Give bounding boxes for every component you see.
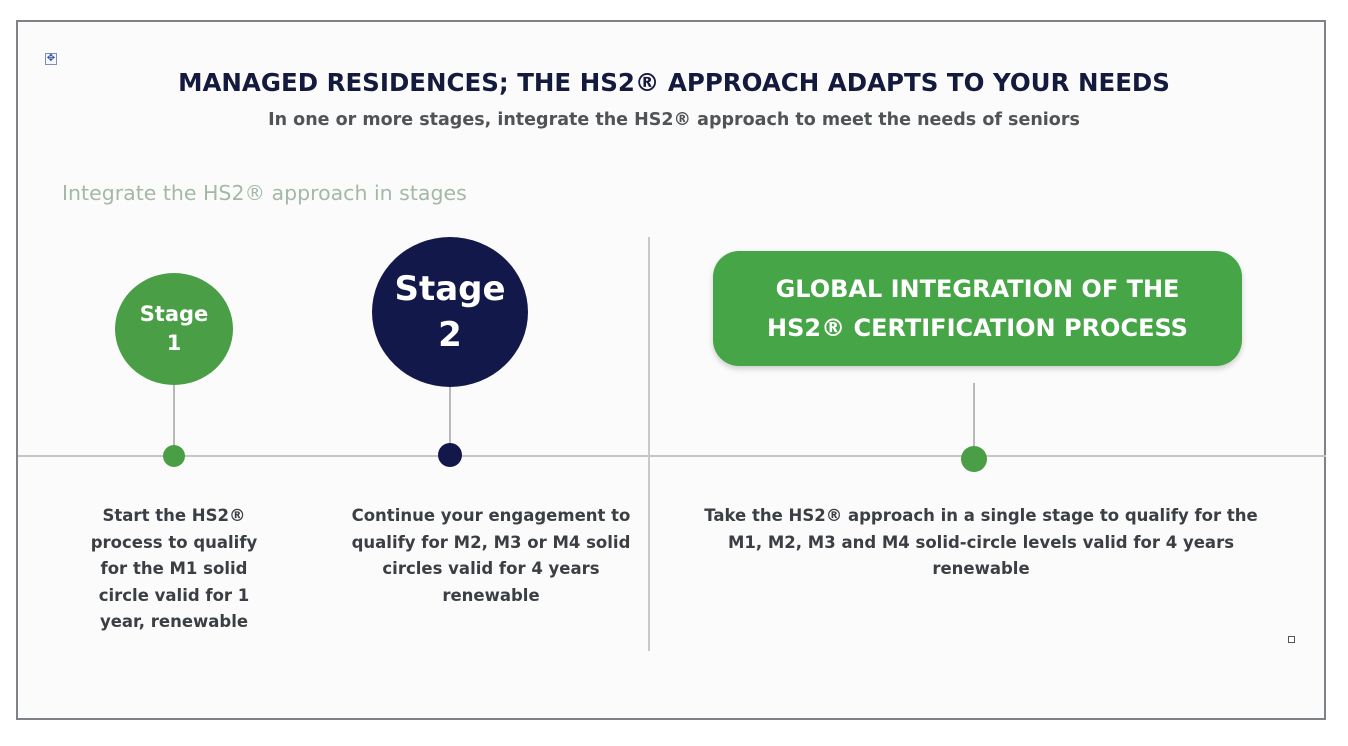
global-integration-box: GLOBAL INTEGRATION OF THE HS2® CERTIFICA… — [713, 251, 1242, 366]
resize-handle-icon[interactable] — [1288, 636, 1295, 643]
stage-2-desc-line: qualify for M2, M3 or M4 solid — [351, 532, 631, 552]
global-desc-line: M1, M2, M3 and M4 solid-circle levels va… — [727, 532, 1235, 552]
stage-2-desc-line: circles valid for 4 years — [382, 559, 600, 578]
diagram-subtitle: In one or more stages, integrate the HS2… — [268, 110, 1080, 130]
stage-1-desc-line: process to qualify — [90, 532, 258, 552]
section-label: Integrate the HS2® approach in stages — [62, 181, 467, 205]
stage-2-desc-line: renewable — [442, 585, 540, 605]
move-icon[interactable]: ✥ — [45, 53, 57, 65]
stage-2-number: 2 — [438, 315, 462, 355]
global-desc-line: Take the HS2® approach in a single stage… — [704, 506, 1258, 525]
global-dot — [961, 446, 987, 472]
stage-2-label: Stage — [394, 269, 506, 309]
stage-2-description: Continue your engagement to qualify for … — [331, 503, 651, 609]
stage-2-circle: Stage 2 — [372, 237, 528, 387]
stage-1-number: 1 — [166, 331, 182, 355]
stage-1-circle: Stage 1 — [115, 273, 233, 385]
timeline-line — [18, 455, 1326, 457]
stage-1-description: Start the HS2® process to qualify for th… — [84, 503, 264, 636]
global-desc-line: renewable — [932, 559, 1030, 578]
stage-2-desc-line: Continue your engagement to — [351, 506, 631, 525]
global-description: Take the HS2® approach in a single stage… — [676, 503, 1286, 583]
stage-1-desc-line: for the M1 solid — [100, 559, 248, 578]
stage-2-dot — [438, 443, 462, 467]
stage-1-desc-line: Start the HS2® — [102, 506, 246, 525]
stage-1-desc-line: year, renewable — [99, 612, 249, 631]
global-label-line: GLOBAL INTEGRATION OF THE — [775, 274, 1180, 303]
diagram-title: MANAGED RESIDENCES; THE HS2® APPROACH AD… — [178, 68, 1170, 97]
stage-1-dot — [163, 445, 185, 467]
stage-1-label: Stage — [139, 302, 209, 326]
stage-1-desc-line: circle valid for 1 — [98, 585, 250, 605]
global-label-line: HS2® CERTIFICATION PROCESS — [767, 313, 1188, 342]
